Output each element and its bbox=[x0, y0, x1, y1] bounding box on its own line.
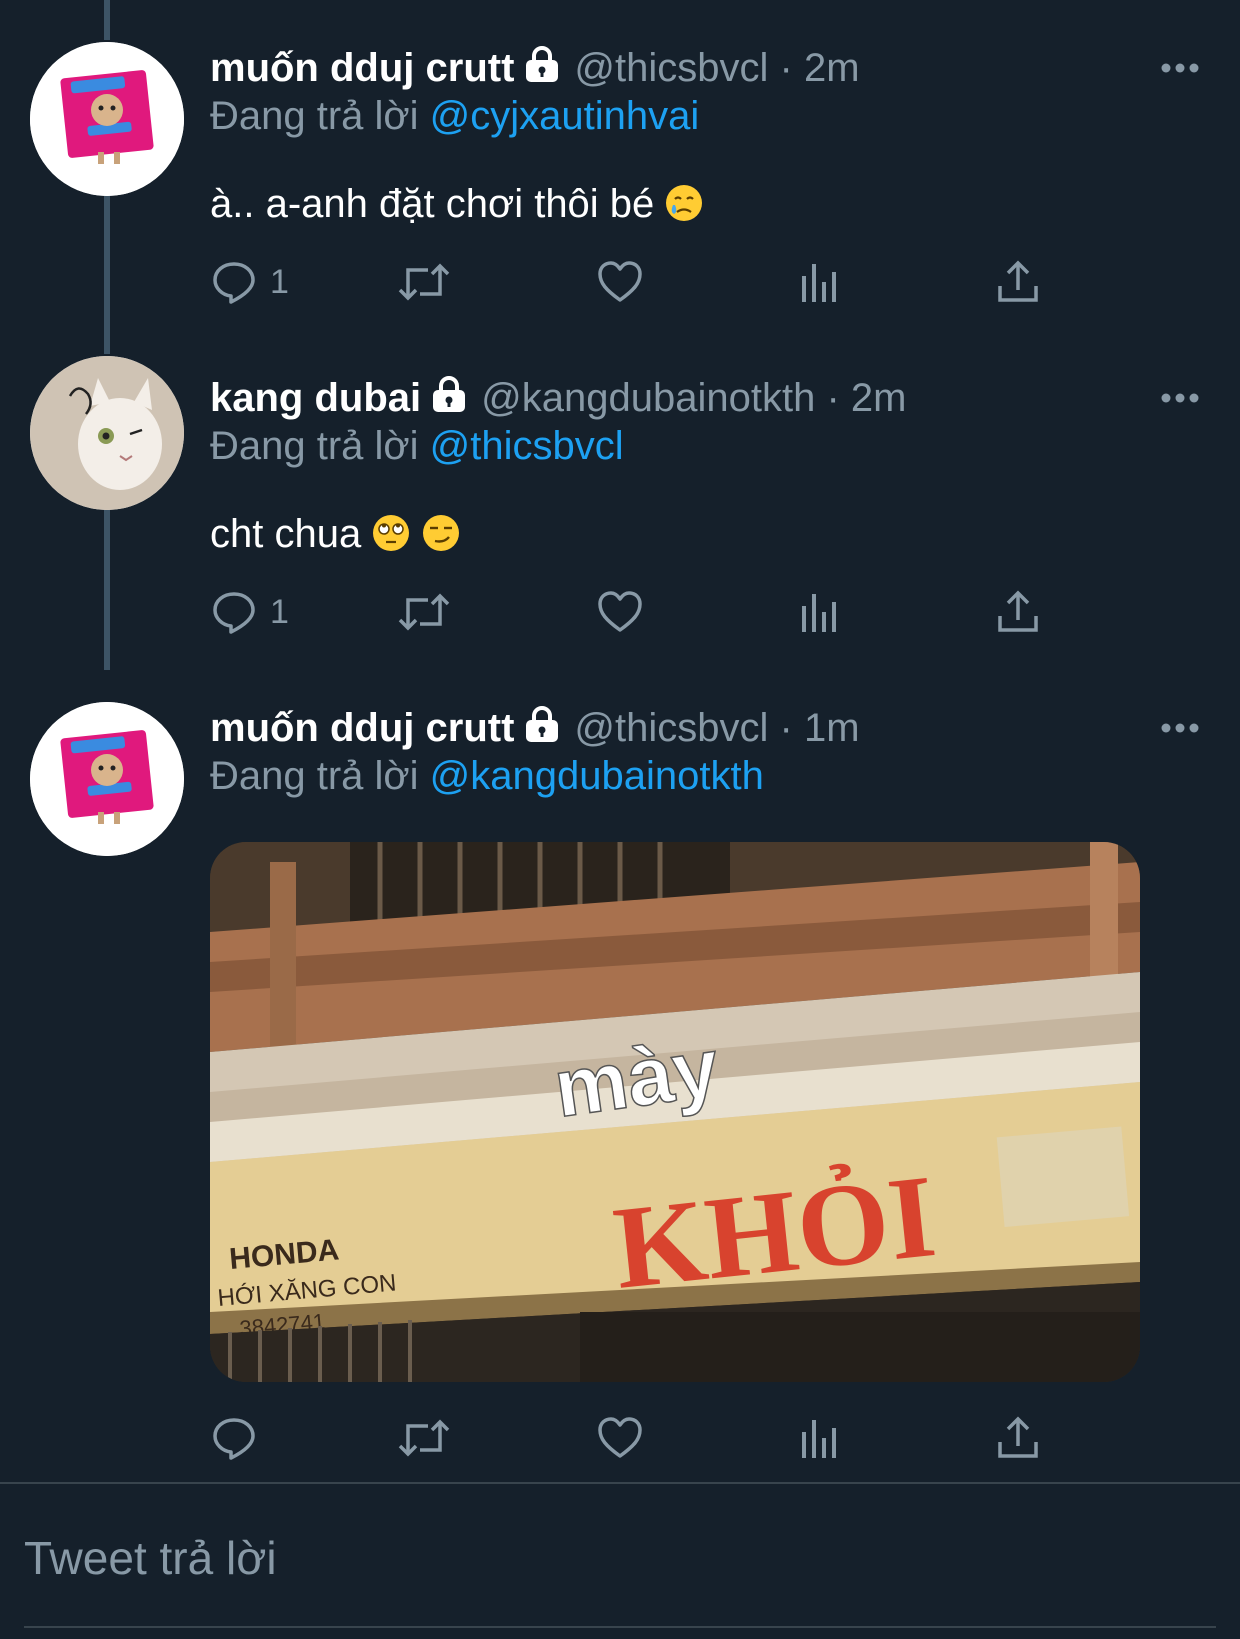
replying-to: Đang trả lời @cyjxautinhvai bbox=[210, 92, 699, 140]
replying-to: Đang trả lời @thicsbvcl bbox=[210, 422, 624, 470]
timestamp[interactable]: 2m bbox=[851, 376, 907, 420]
separator: · bbox=[779, 46, 793, 90]
reply-count: 1 bbox=[270, 592, 289, 631]
share-button[interactable] bbox=[994, 584, 1042, 640]
separator: · bbox=[826, 376, 840, 420]
tweet-text-content: cht chua bbox=[210, 512, 362, 556]
share-icon bbox=[998, 590, 1038, 632]
replying-to: Đang trả lời @kangdubainotkth bbox=[210, 752, 764, 800]
replying-to-label: Đang trả lời bbox=[210, 94, 419, 138]
white-cat-avatar-icon bbox=[30, 356, 184, 510]
reply-input[interactable]: Tweet trả lời bbox=[24, 1530, 277, 1586]
reply-button[interactable] bbox=[210, 1410, 270, 1466]
avatar[interactable] bbox=[30, 702, 184, 856]
share-icon bbox=[998, 1416, 1038, 1458]
like-button[interactable] bbox=[596, 584, 644, 640]
reply-icon bbox=[213, 262, 255, 304]
reply-icon bbox=[213, 1418, 255, 1460]
face-with-rolling-eyes-emoji-icon bbox=[371, 513, 411, 564]
share-icon bbox=[998, 260, 1038, 302]
analytics-button[interactable] bbox=[796, 254, 844, 310]
tweet-text: cht chua bbox=[210, 510, 461, 564]
retweet-icon bbox=[398, 593, 450, 631]
tweet-actions bbox=[210, 1410, 1110, 1466]
mention-link[interactable]: @thicsbvcl bbox=[430, 424, 624, 468]
tweet-text-content: à.. a-anh đặt chơi thôi bé bbox=[210, 182, 655, 226]
retweet-button[interactable] bbox=[396, 1410, 452, 1466]
tweet-header: muốn dduj crutt @thicsbvcl · 2m bbox=[210, 44, 860, 95]
face-holding-back-tears-emoji-icon bbox=[664, 183, 704, 234]
lock-icon bbox=[429, 374, 469, 425]
tweet[interactable]: muốn dduj crutt @thicsbvcl · 2m Đang trả … bbox=[0, 0, 1240, 350]
avatar[interactable] bbox=[30, 356, 184, 510]
heart-icon bbox=[598, 591, 642, 632]
tweet-actions: 1 bbox=[210, 584, 1110, 640]
like-button[interactable] bbox=[596, 1410, 644, 1466]
display-name[interactable]: kang dubai bbox=[210, 376, 421, 420]
lock-icon bbox=[522, 704, 562, 755]
heart-icon bbox=[598, 261, 642, 302]
retweet-button[interactable] bbox=[396, 584, 452, 640]
handle[interactable]: @thicsbvcl bbox=[574, 706, 768, 750]
reply-input-underline bbox=[24, 1626, 1216, 1628]
analytics-button[interactable] bbox=[796, 584, 844, 640]
mention-link[interactable]: @kangdubainotkth bbox=[430, 754, 764, 798]
durex-cat-avatar-icon bbox=[30, 42, 184, 196]
like-button[interactable] bbox=[596, 254, 644, 310]
durex-cat-avatar-icon bbox=[30, 702, 184, 856]
display-name[interactable]: muốn dduj crutt bbox=[210, 706, 514, 750]
display-name[interactable]: muốn dduj crutt bbox=[210, 46, 514, 90]
tweet[interactable]: muốn dduj crutt @thicsbvcl · 1m Đang trả … bbox=[0, 680, 1240, 1480]
analytics-icon bbox=[802, 594, 836, 632]
analytics-icon bbox=[802, 1420, 836, 1458]
reply-icon bbox=[213, 592, 255, 634]
mention-link[interactable]: @cyjxautinhvai bbox=[430, 94, 700, 138]
retweet-icon bbox=[398, 263, 450, 301]
more-options-icon[interactable] bbox=[1160, 722, 1200, 734]
separator: · bbox=[779, 706, 793, 750]
timestamp[interactable]: 2m bbox=[804, 46, 860, 90]
reply-button[interactable]: 1 bbox=[210, 254, 289, 310]
share-button[interactable] bbox=[994, 1410, 1042, 1466]
tweet-header: kang dubai @kangdubainotkth · 2m bbox=[210, 374, 906, 425]
tweet-header: muốn dduj crutt @thicsbvcl · 1m bbox=[210, 704, 860, 755]
lock-icon bbox=[522, 44, 562, 95]
retweet-button[interactable] bbox=[396, 254, 452, 310]
handle[interactable]: @kangdubainotkth bbox=[481, 376, 815, 420]
share-button[interactable] bbox=[994, 254, 1042, 310]
replying-to-label: Đang trả lời bbox=[210, 424, 419, 468]
timestamp[interactable]: 1m bbox=[804, 706, 860, 750]
reply-count: 1 bbox=[270, 262, 289, 301]
shop-sign-meme-image: KHỎI HONDA HỚI XĂNG CON 3842741 mày bbox=[210, 842, 1140, 1382]
replying-to-label: Đang trả lời bbox=[210, 754, 419, 798]
heart-icon bbox=[598, 1417, 642, 1458]
divider bbox=[0, 1482, 1240, 1484]
tweet[interactable]: kang dubai @kangdubainotkth · 2m Đang trả… bbox=[0, 350, 1240, 680]
more-options-icon[interactable] bbox=[1160, 392, 1200, 404]
reply-button[interactable]: 1 bbox=[210, 584, 289, 640]
tweet-media-image[interactable]: KHỎI HONDA HỚI XĂNG CON 3842741 mày bbox=[210, 842, 1140, 1382]
avatar[interactable] bbox=[30, 42, 184, 196]
analytics-icon bbox=[802, 264, 836, 302]
more-options-icon[interactable] bbox=[1160, 62, 1200, 74]
smirking-face-emoji-icon bbox=[421, 513, 461, 564]
tweet-actions: 1 bbox=[210, 254, 1110, 310]
analytics-button[interactable] bbox=[796, 1410, 844, 1466]
tweet-text: à.. a-anh đặt chơi thôi bé bbox=[210, 180, 704, 234]
retweet-icon bbox=[398, 1419, 450, 1457]
handle[interactable]: @thicsbvcl bbox=[574, 46, 768, 90]
